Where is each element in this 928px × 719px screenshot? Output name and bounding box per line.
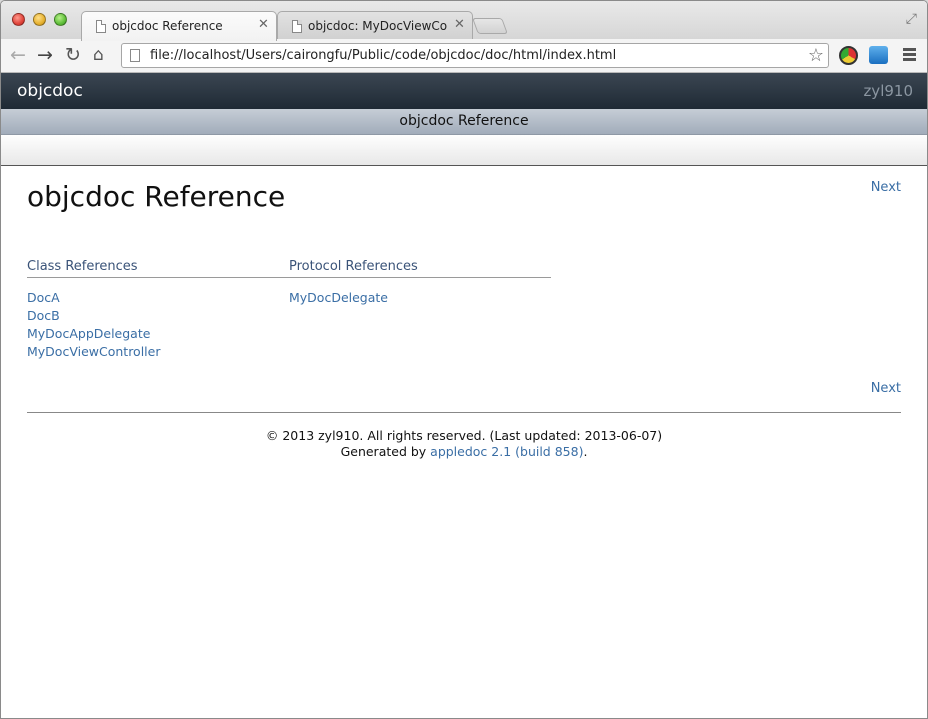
page-icon [96, 20, 106, 33]
next-link-bottom[interactable]: Next [871, 381, 901, 396]
class-references-section: Class References DocA DocB MyDocAppDeleg… [27, 259, 289, 361]
class-references-heading: Class References [27, 259, 289, 278]
tab-mydocviewcontroller[interactable]: objcdoc: MyDocViewContr ✕ [277, 11, 473, 40]
back-icon[interactable]: ← [10, 44, 26, 66]
generated-by-line: Generated by appledoc 2.1 (build 858). [27, 444, 901, 460]
class-list: DocA DocB MyDocAppDelegate MyDocViewCont… [27, 289, 289, 361]
new-tab-button[interactable] [472, 18, 508, 34]
file-icon [130, 49, 140, 62]
protocol-list: MyDocDelegate [289, 289, 551, 307]
forward-icon[interactable]: → [37, 44, 53, 66]
list-item: DocB [27, 307, 289, 325]
browser-toolbar: ← → ↻ ⌂ file://localhost/Users/cairongfu… [1, 39, 927, 73]
page-viewport: objcdoc zyl910 objcdoc Reference objcdoc… [1, 73, 927, 718]
appledoc-link[interactable]: appledoc 2.1 (build 858) [430, 444, 583, 459]
protocol-link-mydocdelegate[interactable]: MyDocDelegate [289, 290, 388, 305]
class-link-mydocappdelegate[interactable]: MyDocAppDelegate [27, 326, 150, 341]
tab-close-icon[interactable]: ✕ [454, 17, 465, 32]
page-icon [292, 20, 302, 33]
close-window-button[interactable] [12, 13, 25, 26]
fullscreen-icon[interactable]: ⤢ [906, 11, 917, 27]
tab-label: objcdoc: MyDocViewContr [308, 19, 448, 33]
copyright-text: © 2013 zyl910. All rights reserved. (Las… [265, 428, 663, 443]
top-navigation: objcdoc zyl910 [1, 73, 927, 109]
list-item: MyDocAppDelegate [27, 325, 289, 343]
company-link[interactable]: zyl910 [863, 82, 913, 100]
page-title: objcdoc Reference [27, 180, 286, 213]
protocol-references-section: Protocol References MyDocDelegate [289, 259, 551, 307]
project-brand-link[interactable]: objcdoc [17, 81, 83, 101]
list-item: MyDocDelegate [289, 289, 551, 307]
sub-toolbar [1, 135, 927, 166]
address-bar[interactable]: file://localhost/Users/cairongfu/Public/… [121, 43, 829, 68]
minimize-window-button[interactable] [33, 13, 46, 26]
home-icon[interactable]: ⌂ [93, 44, 104, 66]
class-link-docb[interactable]: DocB [27, 308, 60, 323]
list-item: DocA [27, 289, 289, 307]
bookmark-star-icon[interactable]: ☆ [808, 45, 824, 66]
tab-close-icon[interactable]: ✕ [258, 17, 269, 32]
class-link-doca[interactable]: DocA [27, 290, 60, 305]
next-link-top[interactable]: Next [871, 180, 901, 195]
reload-icon[interactable]: ↻ [65, 44, 81, 66]
list-item: MyDocViewController [27, 343, 289, 361]
extension-screenshot-icon[interactable] [869, 46, 888, 64]
class-link-mydocviewcontroller[interactable]: MyDocViewController [27, 344, 160, 359]
generated-suffix: . [583, 444, 588, 459]
protocol-references-heading: Protocol References [289, 259, 551, 278]
menu-icon[interactable] [903, 48, 916, 63]
tab-label: objcdoc Reference [112, 19, 223, 33]
browser-window: objcdoc Reference ✕ objcdoc: MyDocViewCo… [0, 0, 928, 719]
extension-color-icon[interactable] [839, 46, 858, 65]
generated-prefix: Generated by [340, 444, 431, 459]
header-title: objcdoc Reference [399, 113, 529, 129]
zoom-window-button[interactable] [54, 13, 67, 26]
footer: © 2013 zyl910. All rights reserved. (Las… [27, 428, 901, 460]
footer-divider [27, 412, 901, 413]
tab-strip: objcdoc Reference ✕ objcdoc: MyDocViewCo… [1, 1, 927, 41]
header-bar: objcdoc Reference [1, 109, 927, 135]
tab-objcdoc-reference[interactable]: objcdoc Reference ✕ [81, 11, 277, 41]
url-text: file://localhost/Users/cairongfu/Public/… [150, 48, 617, 63]
